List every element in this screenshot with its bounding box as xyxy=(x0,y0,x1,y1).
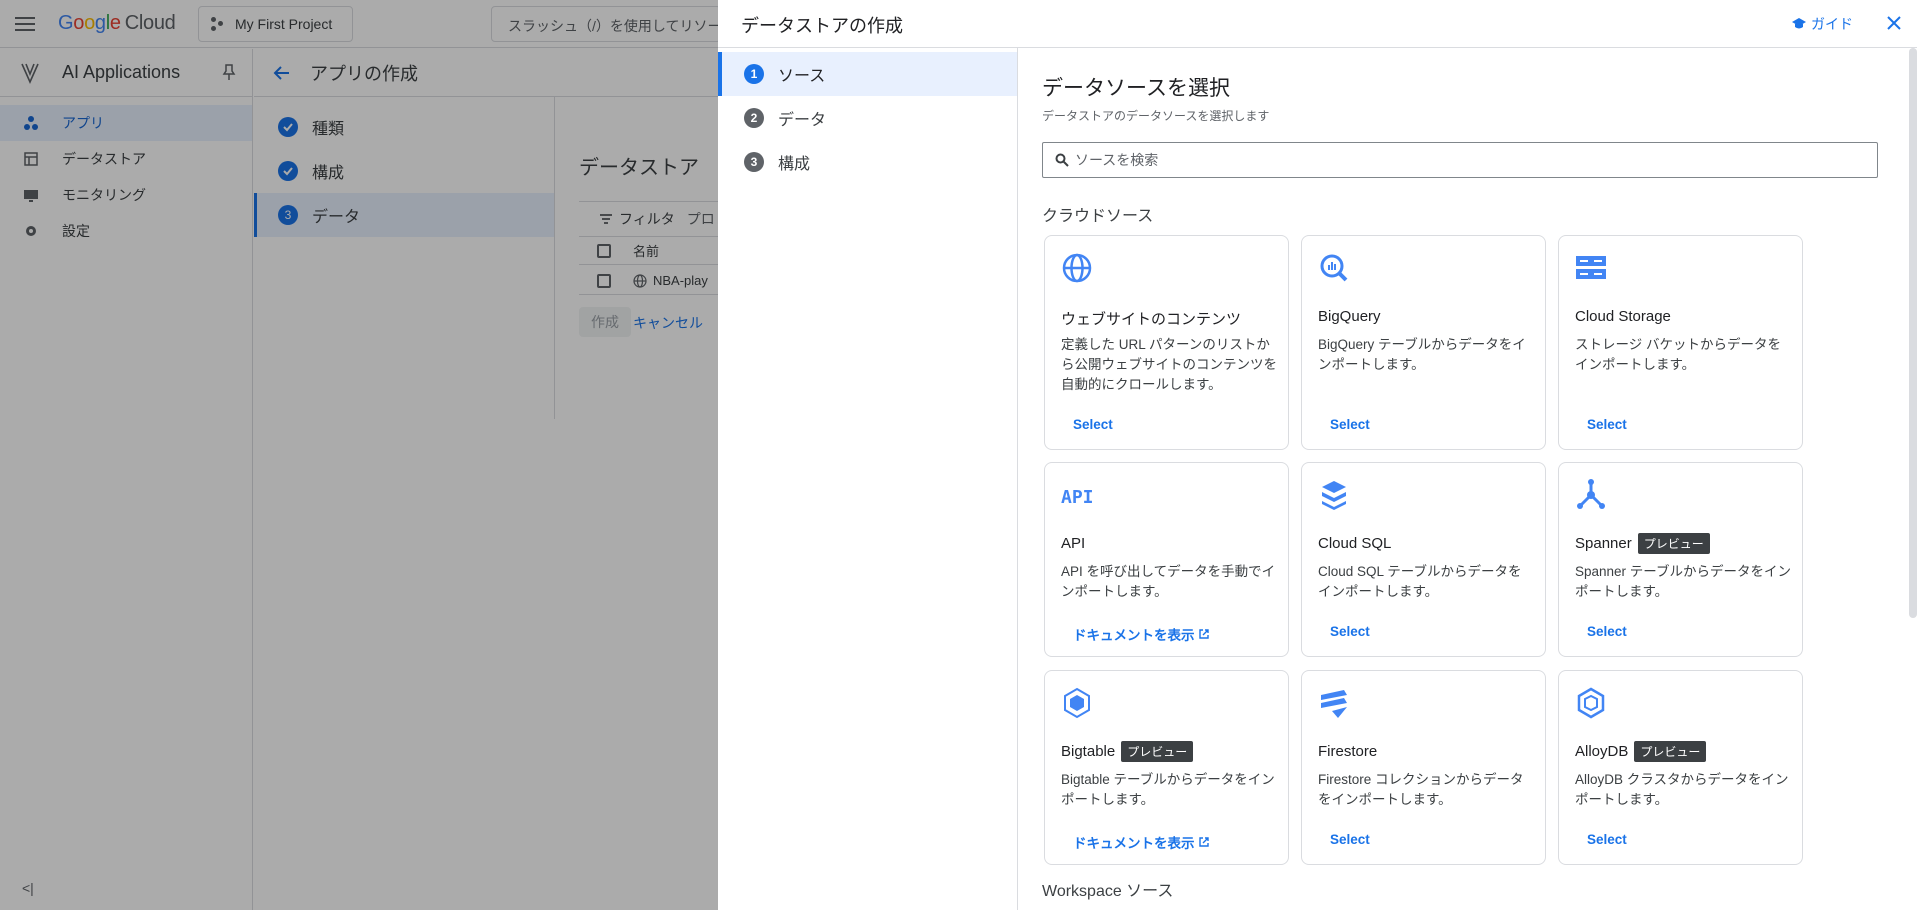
card-title: Spanner xyxy=(1575,535,1632,552)
step-data[interactable]: 2 データ xyxy=(718,96,1017,140)
card-description: Spanner テーブルからデータをインポートします。 xyxy=(1575,564,1791,599)
source-card-bigquery[interactable]: BigQuery BigQuery テーブルからデータをインポートします。 Se… xyxy=(1301,235,1546,450)
external-link-icon xyxy=(1198,837,1209,847)
create-datastore-panel: データストアの作成 ガイド 1 ソース 2 データ 3 構成 データソースを選択… xyxy=(718,0,1917,910)
external-link-icon xyxy=(1198,629,1209,639)
source-card-bigtable[interactable]: Bigtable プレビュー Bigtable テーブルからデータをインポートし… xyxy=(1044,670,1289,865)
bigtable-icon xyxy=(1064,687,1090,719)
card-title: AlloyDB xyxy=(1575,743,1629,760)
section-subheading: データストアのデータソースを選択します xyxy=(1042,109,1270,123)
search-icon xyxy=(1055,153,1069,167)
svg-text:API: API xyxy=(1061,487,1093,508)
source-card-firestore[interactable]: Firestore Firestore コレクションからデータをインポートします… xyxy=(1301,670,1546,865)
preview-badge: プレビュー xyxy=(1634,741,1707,762)
api-icon: API xyxy=(1061,487,1093,508)
step-source[interactable]: 1 ソース xyxy=(718,52,1017,96)
panel-title: データストアの作成 xyxy=(741,16,903,36)
card-description: AlloyDB クラスタからデータをインポートします。 xyxy=(1575,772,1789,807)
cloud-storage-icon xyxy=(1576,256,1606,279)
preview-badge: プレビュー xyxy=(1637,533,1710,554)
card-title: ウェブサイトのコンテンツ xyxy=(1061,311,1242,328)
close-icon[interactable] xyxy=(1884,13,1904,33)
card-title: Firestore xyxy=(1318,743,1378,760)
guide-link[interactable]: ガイド xyxy=(1791,14,1853,34)
card-title: API xyxy=(1061,535,1086,552)
card-title: Cloud SQL xyxy=(1318,535,1392,552)
source-selection: データソースを選択 データストアのデータソースを選択します ソースを検索 クラウ… xyxy=(1042,48,1902,910)
globe-icon xyxy=(1062,253,1092,283)
select-button[interactable]: Select xyxy=(1330,417,1370,432)
scrollbar[interactable] xyxy=(1909,48,1917,618)
section-heading: データソースを選択 xyxy=(1042,77,1230,100)
card-description: Cloud SQL テーブルからデータをインポートします。 xyxy=(1318,564,1522,599)
view-docs-label: ドキュメントを表示 xyxy=(1073,628,1195,643)
view-docs-link[interactable]: ドキュメントを表示 xyxy=(1073,624,1210,644)
guide-label: ガイド xyxy=(1811,16,1853,32)
card-title-row: Bigtable プレビュー xyxy=(1061,741,1194,762)
card-title: Bigtable xyxy=(1061,743,1116,760)
step-label: データ xyxy=(778,112,827,129)
search-placeholder: ソースを検索 xyxy=(1075,152,1159,168)
card-description: Firestore コレクションからデータをインポートします。 xyxy=(1318,772,1524,807)
source-search-input[interactable]: ソースを検索 xyxy=(1042,142,1878,178)
select-button[interactable]: Select xyxy=(1073,417,1113,432)
step-config[interactable]: 3 構成 xyxy=(718,140,1017,184)
select-button[interactable]: Select xyxy=(1587,832,1627,847)
datastore-stepper: 1 ソース 2 データ 3 構成 xyxy=(718,48,1018,910)
source-card-website[interactable]: ウェブサイトのコンテンツ 定義した URL パターンのリストから公開ウェブサイト… xyxy=(1044,235,1289,450)
card-description: 定義した URL パターンのリストから公開ウェブサイトのコンテンツを自動的にクロ… xyxy=(1061,337,1277,392)
card-description: ストレージ バケットからデータをインポートします。 xyxy=(1575,337,1781,372)
workspace-sources-heading: Workspace ソース xyxy=(1042,883,1174,900)
select-button[interactable]: Select xyxy=(1587,417,1627,432)
card-description: API を呼び出してデータを手動でインポートします。 xyxy=(1061,564,1276,599)
step-label: 構成 xyxy=(778,156,811,173)
select-button[interactable]: Select xyxy=(1330,832,1370,847)
spanner-icon xyxy=(1577,479,1605,509)
view-docs-label: ドキュメントを表示 xyxy=(1073,836,1195,851)
view-docs-link[interactable]: ドキュメントを表示 xyxy=(1073,832,1210,852)
card-title-row: AlloyDB プレビュー xyxy=(1575,741,1707,762)
step-label: ソース xyxy=(778,68,826,85)
select-button[interactable]: Select xyxy=(1587,624,1627,639)
school-icon xyxy=(1792,18,1806,29)
firestore-icon xyxy=(1321,690,1347,718)
cloud-sql-icon xyxy=(1322,481,1346,510)
source-card-cloud-sql[interactable]: Cloud SQL Cloud SQL テーブルからデータをインポートします。 … xyxy=(1301,462,1546,657)
card-description: Bigtable テーブルからデータをインポートします。 xyxy=(1061,772,1275,807)
source-card-api[interactable]: API API API を呼び出してデータを手動でインポートします。 ドキュメン… xyxy=(1044,462,1289,657)
source-card-spanner[interactable]: Spanner プレビュー Spanner テーブルからデータをインポートします… xyxy=(1558,462,1803,657)
card-title: BigQuery xyxy=(1318,308,1381,325)
card-description: BigQuery テーブルからデータをインポートします。 xyxy=(1318,337,1526,372)
source-card-alloydb[interactable]: AlloyDB プレビュー AlloyDB クラスタからデータをインポートします… xyxy=(1558,670,1803,865)
source-card-cloud-storage[interactable]: Cloud Storage ストレージ バケットからデータをインポートします。 … xyxy=(1558,235,1803,450)
step-number: 2 xyxy=(744,108,764,128)
card-title-row: Spanner プレビュー xyxy=(1575,533,1710,554)
select-button[interactable]: Select xyxy=(1330,624,1370,639)
step-number: 3 xyxy=(744,152,764,172)
step-number: 1 xyxy=(744,64,764,84)
cloud-sources-heading: クラウドソース xyxy=(1042,208,1154,225)
panel-header: データストアの作成 ガイド xyxy=(718,0,1917,48)
alloydb-icon xyxy=(1577,687,1605,719)
card-title: Cloud Storage xyxy=(1575,308,1671,325)
bigquery-icon xyxy=(1320,254,1348,282)
preview-badge: プレビュー xyxy=(1121,741,1194,762)
